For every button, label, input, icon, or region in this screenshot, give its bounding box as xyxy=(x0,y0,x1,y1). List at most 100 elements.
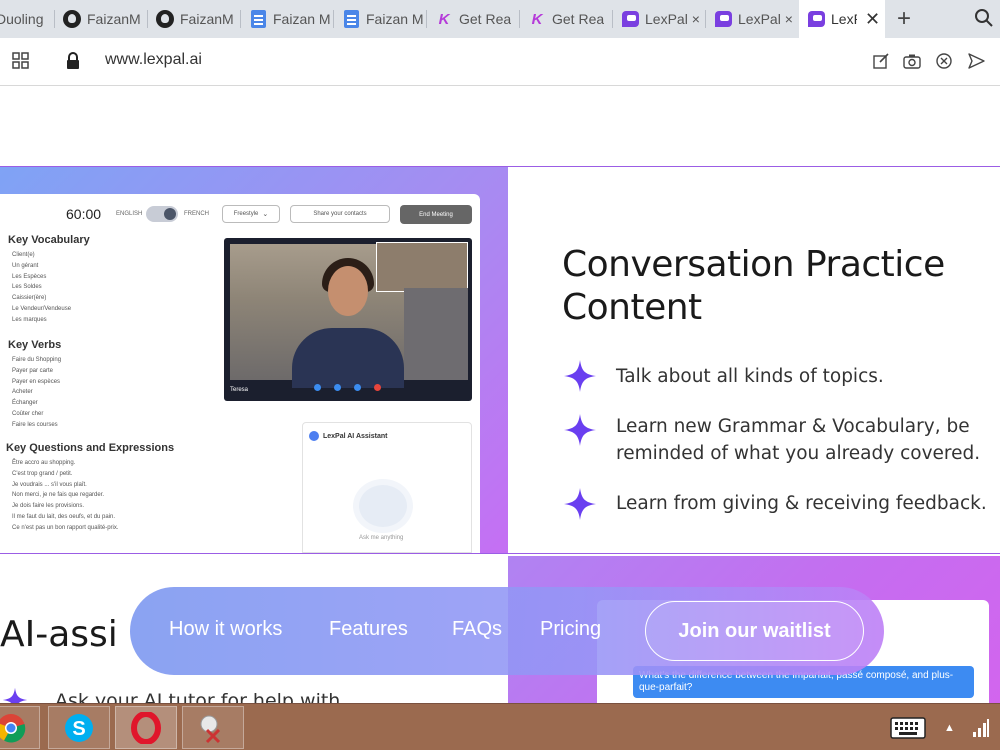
keyboard-icon[interactable] xyxy=(890,717,926,744)
mic-icon[interactable] xyxy=(314,384,321,391)
robot-icon[interactable] xyxy=(359,485,407,527)
signal-icon[interactable] xyxy=(972,718,990,743)
vocab-item: Les Soldes xyxy=(12,284,42,291)
close-tab-icon[interactable]: ✕ xyxy=(865,9,880,30)
ai-assistant-text: Ask your AI tutor for help with xyxy=(55,690,341,703)
send-icon[interactable] xyxy=(967,52,985,75)
hang-up-icon[interactable] xyxy=(374,384,381,391)
tab-duolingo[interactable]: Duoling xyxy=(0,0,55,38)
snipping-tool-icon[interactable] xyxy=(182,706,244,749)
question-item: Je dois faire les provisions. xyxy=(12,503,85,510)
section-heading: Conversation Practice Content xyxy=(562,243,945,329)
url-field[interactable]: www.lexpal.ai xyxy=(105,51,202,69)
tab-kotlin-2[interactable]: K Get Rea xyxy=(520,0,613,38)
vocab-heading: Key Vocabulary xyxy=(8,234,90,246)
question-item: Non merci, je ne fais que regarder. xyxy=(12,492,105,499)
question-item: C'est trop grand / petit. xyxy=(12,470,73,477)
ai-assistant-heading: AI-assi xyxy=(0,614,118,655)
vocab-item: Les Espèces xyxy=(12,273,47,280)
vocab-item: Le Vendeur/Vendeuse xyxy=(12,305,72,312)
lang-right-label: FRENCH xyxy=(184,211,209,217)
tab-kotlin-1[interactable]: K Get Rea xyxy=(427,0,520,38)
sparkle-icon xyxy=(564,488,596,520)
video-call: Teresa xyxy=(224,238,472,401)
mode-select-label: Freestyle xyxy=(233,211,259,217)
vocab-item: Un gérant xyxy=(12,262,39,269)
sparkle-icon xyxy=(564,414,596,446)
timer: 60:00 xyxy=(66,206,102,222)
feature-text: Learn from giving & receiving feedback. xyxy=(616,493,987,514)
nav-features[interactable]: Features xyxy=(329,618,408,641)
verb-item: Échanger xyxy=(12,400,38,407)
question-item: Être accro au shopping. xyxy=(12,460,76,466)
tab-label: FaizanM xyxy=(180,11,234,27)
mode-select[interactable]: Freestyle ⌄ xyxy=(222,205,280,223)
share-screen-icon[interactable] xyxy=(354,384,361,391)
feature-text: Talk about all kinds of topics. xyxy=(616,366,884,387)
tab-github-2[interactable]: FaizanM xyxy=(148,0,241,38)
web-page: 60:00 ENGLISH FRENCH Freestyle ⌄ Share yo… xyxy=(0,86,1000,703)
tab-label: Get Rea xyxy=(552,11,605,27)
tab-docs-1[interactable]: Faizan M xyxy=(241,0,334,38)
nav-faqs[interactable]: FAQs xyxy=(452,618,502,641)
tab-label: Faizan M xyxy=(273,11,331,27)
block-icon[interactable] xyxy=(935,52,953,75)
kotlin-icon: K xyxy=(531,10,543,28)
opera-icon[interactable] xyxy=(115,706,177,749)
app-preview-card: 60:00 ENGLISH FRENCH Freestyle ⌄ Share yo… xyxy=(0,194,480,553)
ai-logo-icon xyxy=(309,431,319,441)
tray-expand-icon[interactable]: ▲ xyxy=(944,722,955,734)
lexpal-icon xyxy=(621,10,639,28)
share-contacts-button[interactable]: Share your contacts xyxy=(290,205,390,223)
edit-icon[interactable] xyxy=(872,52,890,75)
sparkle-icon xyxy=(2,687,28,703)
end-meeting-button[interactable]: End Meeting xyxy=(400,205,472,224)
tab-github-1[interactable]: FaizanM xyxy=(55,0,148,38)
lock-icon[interactable] xyxy=(66,52,80,75)
lang-left-label: ENGLISH xyxy=(116,211,143,217)
feature-item: Learn new Grammar & Vocabulary, be remind… xyxy=(616,413,980,467)
assistant-title: LexPal AI Assistant xyxy=(323,433,388,440)
camera-icon[interactable] xyxy=(903,52,921,75)
address-bar: www.lexpal.ai xyxy=(0,38,1000,86)
feature-item: Talk about all kinds of topics. xyxy=(616,363,884,390)
floating-nav: How it works Features FAQs Pricing Join … xyxy=(130,587,884,675)
tab-lexpal-2[interactable]: LexPal × xyxy=(706,0,799,38)
browser-tab-bar: Duoling FaizanM FaizanM Faizan M Faizan … xyxy=(0,0,1000,38)
google-docs-icon xyxy=(249,10,267,28)
tab-label: Faizan M xyxy=(366,11,424,27)
heading-line-2: Content xyxy=(562,287,702,328)
participant-video-2 xyxy=(404,288,468,380)
tab-lexpal-active[interactable]: LexP ✕ xyxy=(799,0,885,38)
tabs-grid-icon[interactable] xyxy=(12,52,30,75)
questions-list: Être accro au shopping. C'est trop grand… xyxy=(12,458,119,534)
new-tab-button[interactable]: + xyxy=(885,5,923,33)
chrome-icon[interactable] xyxy=(0,706,40,749)
chevron-down-icon: ⌄ xyxy=(262,211,269,218)
question-item: Ce n'est pas un bon rapport qualité-prix… xyxy=(12,524,119,531)
taskbar: S ▲ xyxy=(0,703,1000,750)
github-icon xyxy=(156,10,174,28)
heading-line-1: Conversation Practice xyxy=(562,244,945,285)
language-toggle[interactable] xyxy=(146,206,178,222)
tab-docs-2[interactable]: Faizan M xyxy=(334,0,427,38)
verb-item: Coûter cher xyxy=(12,410,44,417)
tab-lexpal-1[interactable]: LexPal × xyxy=(613,0,706,38)
nav-pricing[interactable]: Pricing xyxy=(540,618,601,641)
questions-heading: Key Questions and Expressions xyxy=(6,442,175,454)
tab-search-icon[interactable] xyxy=(974,8,994,33)
feature-text: Learn new Grammar & Vocabulary, be xyxy=(616,416,970,437)
question-item: Il me faut du lait, des oeufs, et du pai… xyxy=(12,513,116,520)
ai-assistant-panel: LexPal AI Assistant Ask me anything xyxy=(302,422,472,553)
camera-toggle-icon[interactable] xyxy=(334,384,341,391)
vocab-item: Caissier(ère) xyxy=(12,295,47,302)
verbs-heading: Key Verbs xyxy=(8,339,62,351)
tab-label: LexPal × xyxy=(645,11,700,27)
feature-item: Learn from giving & receiving feedback. xyxy=(616,490,987,517)
tab-label: LexP xyxy=(831,11,857,27)
nav-how-it-works[interactable]: How it works xyxy=(169,618,282,641)
tab-label: Duoling xyxy=(0,11,44,27)
svg-text:S: S xyxy=(72,718,85,740)
skype-icon[interactable]: S xyxy=(48,706,110,749)
join-waitlist-button[interactable]: Join our waitlist xyxy=(645,601,864,661)
